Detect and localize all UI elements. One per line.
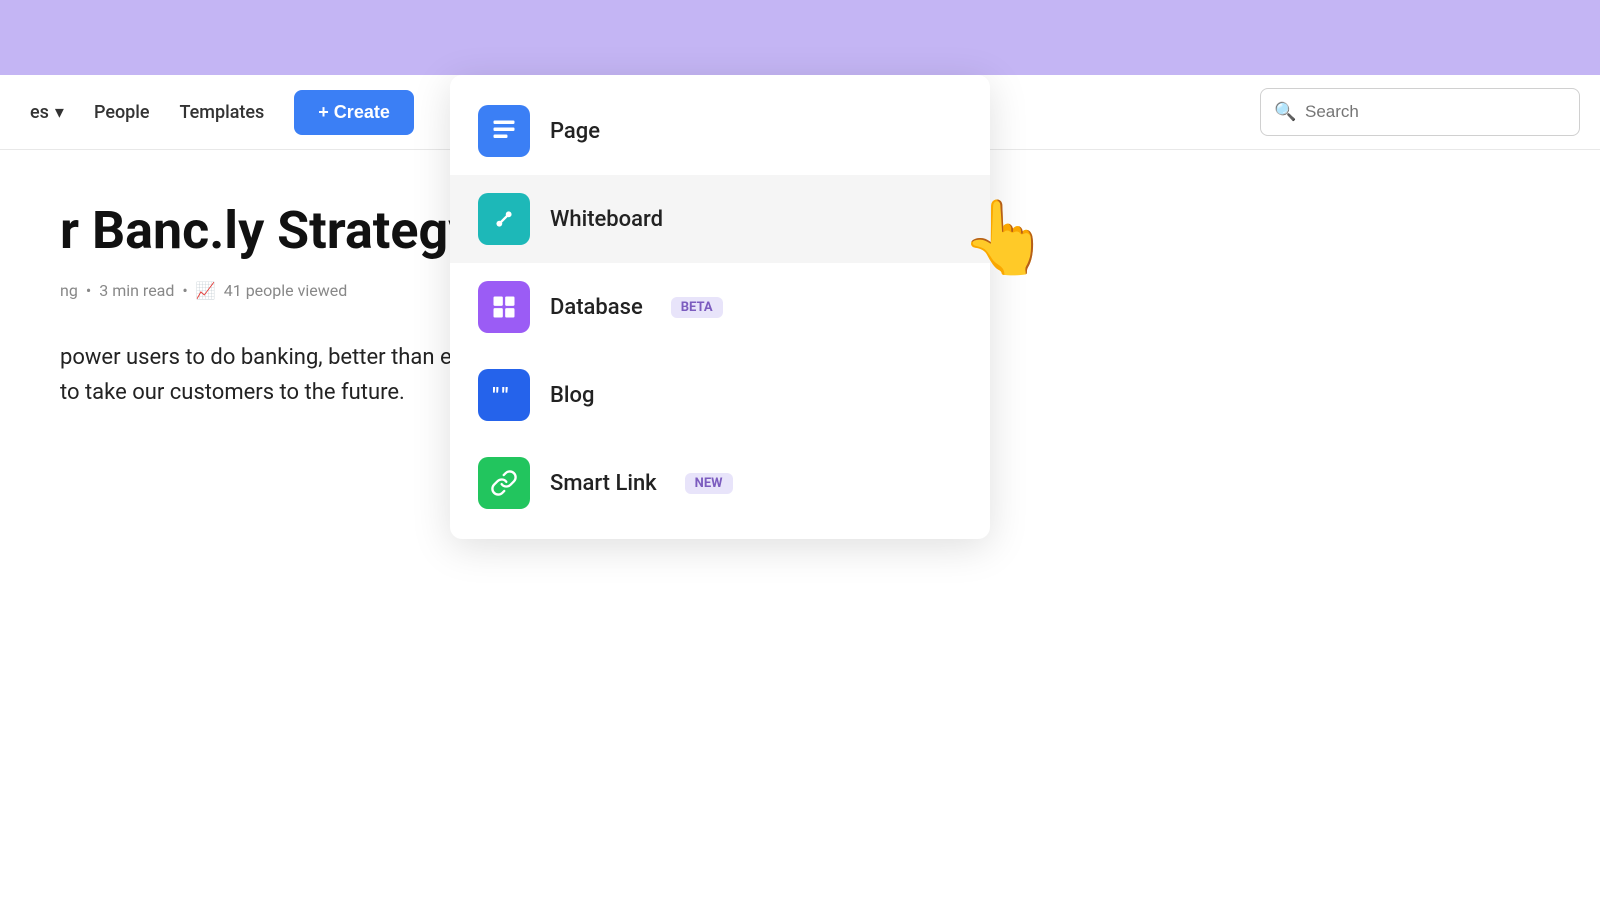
smartlink-label: Smart Link xyxy=(550,471,657,496)
meta-bullet-1: • xyxy=(86,281,91,300)
create-button[interactable]: + Create xyxy=(294,90,414,135)
create-dropdown: Page Whiteboard Database BETA " " Blog S… xyxy=(450,75,990,539)
spaces-nav-item[interactable]: es ▾ xyxy=(30,102,64,123)
page-label: Page xyxy=(550,119,600,144)
people-nav-item[interactable]: People xyxy=(94,102,150,123)
dropdown-item-page[interactable]: Page xyxy=(450,87,990,175)
meta-bullet-2: • xyxy=(182,281,187,300)
database-icon-box xyxy=(478,281,530,333)
dropdown-item-smartlink[interactable]: Smart Link NEW xyxy=(450,439,990,527)
templates-nav-item[interactable]: Templates xyxy=(180,102,265,123)
smartlink-new-badge: NEW xyxy=(685,473,733,494)
svg-text:": " xyxy=(502,385,509,409)
meta-read: 3 min read xyxy=(99,281,174,300)
spaces-label: es xyxy=(30,102,49,123)
blog-icon-box: " " xyxy=(478,369,530,421)
dropdown-item-blog[interactable]: " " Blog xyxy=(450,351,990,439)
meta-author: ng xyxy=(60,281,78,300)
search-input[interactable] xyxy=(1260,88,1580,136)
description-line2: to take our customers to the future. xyxy=(60,380,405,405)
whiteboard-icon-box xyxy=(478,193,530,245)
search-container: 🔍 xyxy=(1260,88,1580,136)
meta-views: 41 people viewed xyxy=(224,281,348,300)
svg-text:": " xyxy=(492,385,499,409)
blog-label: Blog xyxy=(550,383,594,408)
dropdown-item-database[interactable]: Database BETA xyxy=(450,263,990,351)
dropdown-item-whiteboard[interactable]: Whiteboard xyxy=(450,175,990,263)
smartlink-icon-box xyxy=(478,457,530,509)
page-icon-box xyxy=(478,105,530,157)
database-beta-badge: BETA xyxy=(671,297,723,318)
meta-trend-icon: 📈 xyxy=(196,281,216,300)
chevron-down-icon: ▾ xyxy=(55,102,64,123)
search-icon: 🔍 xyxy=(1274,102,1296,123)
whiteboard-label: Whiteboard xyxy=(550,207,663,232)
database-label: Database xyxy=(550,295,643,320)
top-banner xyxy=(0,0,1600,75)
